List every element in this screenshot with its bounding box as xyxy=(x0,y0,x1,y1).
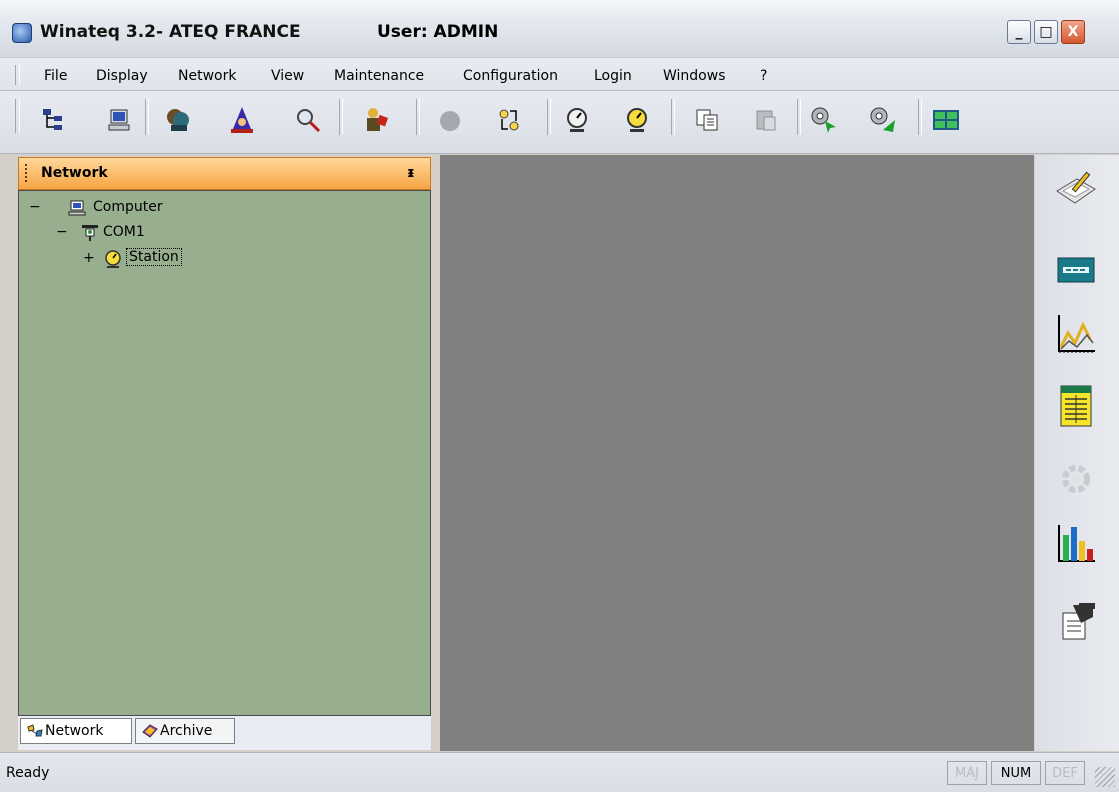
network-tab-icon xyxy=(26,723,44,739)
menu-help[interactable]: ? xyxy=(760,68,767,84)
resize-grip-icon[interactable] xyxy=(1095,767,1115,787)
maximize-button[interactable]: □ xyxy=(1034,20,1058,44)
toolbar-grip[interactable] xyxy=(15,99,20,133)
minimize-icon: _ xyxy=(1015,24,1023,40)
menu-bar: File Display Network View Maintenance Co… xyxy=(0,58,1119,91)
tab-network[interactable]: Network xyxy=(20,718,132,744)
gauge-icon[interactable] xyxy=(562,105,592,135)
settings-disabled-icon[interactable] xyxy=(1053,456,1099,502)
station-icon xyxy=(103,249,123,269)
paste-icon[interactable] xyxy=(751,105,781,135)
tree-node-label: COM1 xyxy=(103,224,145,240)
tree-node-label: Computer xyxy=(93,199,163,215)
network-tree-icon[interactable] xyxy=(38,105,68,135)
worker-icon[interactable] xyxy=(361,105,391,135)
menu-configuration[interactable]: Configuration xyxy=(463,68,558,84)
maximize-icon: □ xyxy=(1039,24,1053,40)
toolbar-separator xyxy=(918,99,922,135)
panel-grip[interactable] xyxy=(25,164,29,182)
toolbar xyxy=(0,91,1119,154)
window-title: Winateq 3.2- ATEQ FRANCE xyxy=(40,22,301,42)
edit-parameters-icon[interactable] xyxy=(1053,163,1099,209)
copy-icon[interactable] xyxy=(692,105,722,135)
layout-icon[interactable] xyxy=(931,105,961,135)
toolbar-separator xyxy=(547,99,551,135)
menu-maintenance[interactable]: Maintenance xyxy=(334,68,424,84)
status-indicator-maj: MAJ xyxy=(947,761,987,785)
connect-icon[interactable] xyxy=(494,105,524,135)
app-icon xyxy=(12,23,32,43)
receive-icon[interactable] xyxy=(868,105,898,135)
pin-icon[interactable]: ᵻ xyxy=(407,165,415,181)
menu-windows[interactable]: Windows xyxy=(663,68,726,84)
station-gauge-icon[interactable] xyxy=(622,105,652,135)
menu-grip[interactable] xyxy=(15,65,20,85)
tree-node-label: Station xyxy=(126,248,182,266)
network-tree: − Computer − COM1 + Station xyxy=(18,190,431,716)
tab-archive[interactable]: Archive xyxy=(135,718,235,744)
menu-view[interactable]: View xyxy=(271,68,304,84)
record-icon[interactable] xyxy=(435,105,465,135)
search-icon[interactable] xyxy=(293,105,323,135)
report-icon[interactable] xyxy=(1053,599,1099,645)
menu-login[interactable]: Login xyxy=(594,68,632,84)
archive-tab-icon xyxy=(141,723,159,739)
minimize-button[interactable]: _ xyxy=(1007,20,1031,44)
statistics-chart-icon[interactable] xyxy=(1053,521,1099,567)
toolbar-separator xyxy=(145,99,149,135)
panel-tabs: Network Archive xyxy=(18,716,431,750)
wizard-icon[interactable] xyxy=(227,105,257,135)
send-icon[interactable] xyxy=(809,105,839,135)
collapse-toggle[interactable]: − xyxy=(56,224,68,240)
curve-chart-icon[interactable] xyxy=(1053,311,1099,357)
status-text: Ready xyxy=(6,765,50,781)
expand-toggle[interactable]: + xyxy=(83,250,95,266)
results-table-icon[interactable] xyxy=(1053,383,1099,429)
menu-display[interactable]: Display xyxy=(96,68,148,84)
collapse-toggle[interactable]: − xyxy=(29,199,41,215)
mdi-workspace[interactable] xyxy=(440,155,1034,751)
com-port-icon xyxy=(80,223,100,243)
status-indicator-num: NUM xyxy=(991,761,1041,785)
toolbar-separator xyxy=(339,99,343,135)
operator-icon[interactable] xyxy=(163,105,193,135)
display-panel-icon[interactable] xyxy=(1053,247,1099,293)
toolbar-separator xyxy=(797,99,801,135)
window-user: User: ADMIN xyxy=(377,22,499,42)
status-indicator-def: DEF xyxy=(1045,761,1085,785)
status-bar: Ready MAJ NUM DEF xyxy=(0,752,1119,792)
toolbar-separator xyxy=(416,99,420,135)
panel-title: Network xyxy=(41,165,108,181)
title-bar[interactable]: Winateq 3.2- ATEQ FRANCE User: ADMIN _ □… xyxy=(0,0,1119,58)
menu-file[interactable]: File xyxy=(44,68,67,84)
network-panel-header[interactable]: Network ᵻ xyxy=(18,157,431,190)
close-button[interactable]: X xyxy=(1061,20,1085,44)
right-sidebar xyxy=(1035,155,1119,751)
close-icon: X xyxy=(1067,24,1079,40)
tab-label: Archive xyxy=(160,723,213,739)
computer-icon[interactable] xyxy=(104,105,134,135)
toolbar-separator xyxy=(671,99,675,135)
tab-label: Network xyxy=(45,723,104,739)
menu-network[interactable]: Network xyxy=(178,68,236,84)
computer-icon xyxy=(67,198,87,218)
